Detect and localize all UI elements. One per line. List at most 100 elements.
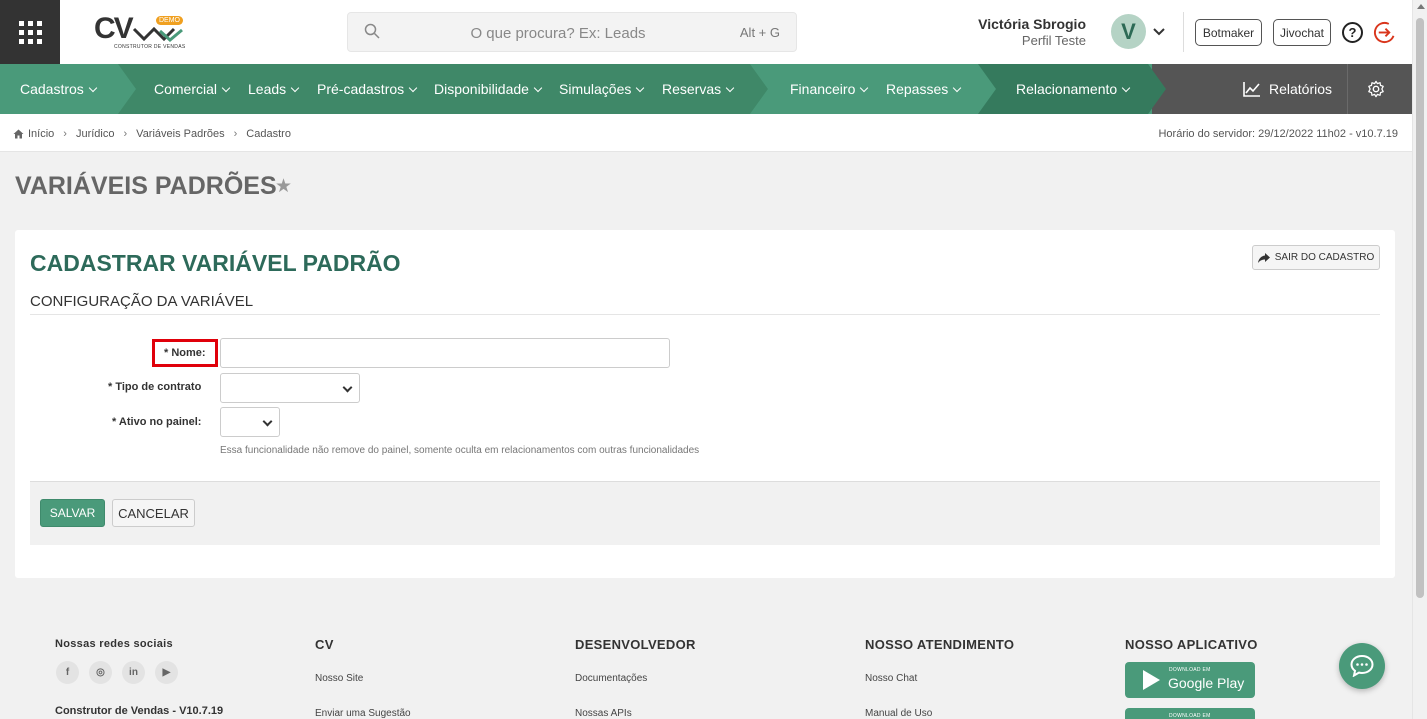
chat-fab-button[interactable] xyxy=(1339,643,1385,689)
chevron-right-icon: › xyxy=(63,128,67,140)
chevron-down-icon xyxy=(1121,83,1131,93)
breadcrumb-bar: Início › Jurídico › Variáveis Padrões › … xyxy=(0,114,1412,152)
nav-disponibilidade[interactable]: Disponibilidade xyxy=(434,64,543,114)
botmaker-button[interactable]: Botmaker xyxy=(1195,19,1262,46)
facebook-icon[interactable]: f xyxy=(56,661,79,684)
link-nosso-chat[interactable]: Nosso Chat xyxy=(865,673,917,684)
contract-type-select[interactable] xyxy=(220,373,360,403)
demo-badge: DEMO xyxy=(156,16,183,25)
active-select[interactable] xyxy=(220,407,280,437)
nav-leads[interactable]: Leads xyxy=(248,64,300,114)
cv-logo[interactable]: CV DEMO CONSTRUTOR DE VENDAS xyxy=(92,12,187,54)
logo-subtitle: CONSTRUTOR DE VENDAS xyxy=(114,44,186,50)
form-card: CADASTRAR VARIÁVEL PADRÃO SAIR DO CADAST… xyxy=(15,230,1395,578)
nav-relatorios[interactable]: Relatórios xyxy=(1243,64,1332,114)
footer-app: NOSSO APLICATIVO xyxy=(1125,637,1258,652)
link-manual-de-uso[interactable]: Manual de Uso xyxy=(865,708,932,719)
nav-simulacoes[interactable]: Simulações xyxy=(559,64,645,114)
nav-comercial[interactable]: Comercial xyxy=(154,64,231,114)
section-divider xyxy=(30,314,1380,315)
page-scrollbar[interactable] xyxy=(1412,0,1427,719)
chevron-down-icon xyxy=(290,83,300,93)
chevron-down-icon xyxy=(342,382,353,393)
cancel-button[interactable]: CANCELAR xyxy=(112,499,195,527)
scroll-up-icon[interactable] xyxy=(1417,4,1425,9)
form-title: CADASTRAR VARIÁVEL PADRÃO xyxy=(30,250,401,276)
user-profile: Perfil Teste xyxy=(1021,33,1086,48)
chevron-down-icon xyxy=(262,416,273,427)
share-arrow-icon xyxy=(1257,252,1270,263)
nav-pre-cadastros[interactable]: Pré-cadastros xyxy=(317,64,418,114)
chevron-down-icon xyxy=(636,83,645,93)
footer-support: NOSSO ATENDIMENTO xyxy=(865,637,1014,652)
google-play-icon xyxy=(1143,670,1160,690)
linkedin-icon[interactable]: in xyxy=(122,661,145,684)
chevron-down-icon xyxy=(860,83,869,93)
logo-wave-icon xyxy=(132,26,183,42)
link-nosso-site[interactable]: Nosso Site xyxy=(315,673,363,684)
header-divider xyxy=(1183,12,1184,52)
footer-dev: DESENVOLVEDOR xyxy=(575,637,696,652)
chart-line-icon xyxy=(1243,82,1260,97)
active-label: * Ativo no painel: xyxy=(112,416,202,428)
chevron-down-icon xyxy=(725,83,735,93)
nav-relacionamento[interactable]: Relacionamento xyxy=(1016,64,1131,114)
google-play-button[interactable]: DOWNLOAD EM Google Play xyxy=(1125,662,1255,698)
app-store-button[interactable]: DOWNLOAD EM xyxy=(1125,708,1255,719)
active-help-text: Essa funcionalidade não remove do painel… xyxy=(220,445,700,456)
top-header: CV DEMO CONSTRUTOR DE VENDAS Alt + G Vic… xyxy=(0,0,1412,64)
chevron-right-icon: › xyxy=(123,128,128,140)
star-icon[interactable]: ★ xyxy=(275,175,292,198)
page-title: VARIÁVEIS PADRÕES xyxy=(15,172,277,200)
footer-version: Construtor de Vendas - V10.7.19 xyxy=(55,705,224,717)
avatar[interactable]: V xyxy=(1111,14,1146,49)
footer-social: Nossas redes sociais xyxy=(55,638,173,650)
youtube-icon[interactable]: ▶ xyxy=(155,661,178,684)
server-time: Horário do servidor: 29/12/2022 11h02 - … xyxy=(1158,128,1398,140)
footer-cv: CV xyxy=(315,637,334,652)
contract-type-label: * Tipo de contrato xyxy=(108,381,202,393)
name-input[interactable] xyxy=(220,338,670,368)
nav-repasses[interactable]: Repasses xyxy=(886,64,962,114)
breadcrumb-variaveis-padroes[interactable]: Variáveis Padrões xyxy=(136,128,224,140)
global-search[interactable]: Alt + G xyxy=(347,12,797,52)
logout-icon[interactable] xyxy=(1373,21,1396,44)
chat-bubble-icon xyxy=(1350,655,1374,677)
nav-financeiro[interactable]: Financeiro xyxy=(790,64,869,114)
chevron-down-icon[interactable] xyxy=(1153,28,1165,36)
dev-title: DESENVOLVEDOR xyxy=(575,637,696,652)
breadcrumb-juridico[interactable]: Jurídico xyxy=(76,128,115,140)
chevron-right-icon: › xyxy=(233,128,238,140)
gear-icon[interactable] xyxy=(1367,80,1385,98)
scroll-thumb[interactable] xyxy=(1416,18,1424,598)
cv-title: CV xyxy=(315,637,334,652)
help-icon[interactable]: ? xyxy=(1342,22,1363,43)
chevron-down-icon xyxy=(953,83,962,93)
apps-menu-button[interactable] xyxy=(0,0,60,64)
chevron-down-icon xyxy=(533,83,543,93)
nav-cadastros[interactable]: Cadastros xyxy=(20,64,98,114)
nav-arrow-tip xyxy=(1148,64,1166,114)
link-documentacoes[interactable]: Documentações xyxy=(575,673,647,684)
section-title: CONFIGURAÇÃO DA VARIÁVEL xyxy=(30,293,254,310)
search-shortcut: Alt + G xyxy=(739,25,780,40)
search-icon xyxy=(364,23,380,39)
chevron-down-icon xyxy=(408,83,418,93)
chevron-down-icon xyxy=(221,83,231,93)
breadcrumb-cadastro: Cadastro xyxy=(246,128,291,140)
instagram-icon[interactable]: ◎ xyxy=(89,661,112,684)
breadcrumb-inicio[interactable]: Início xyxy=(28,128,54,140)
nav-reservas[interactable]: Reservas xyxy=(662,64,735,114)
link-nossas-apis[interactable]: Nossas APIs xyxy=(575,708,632,719)
nav-separator xyxy=(1347,64,1348,114)
main-nav: Cadastros Comercial Leads Pré-cadastros … xyxy=(0,64,1412,114)
link-enviar-sugestao[interactable]: Enviar uma Sugestão xyxy=(315,708,411,719)
save-button[interactable]: SALVAR xyxy=(40,499,105,527)
support-title: NOSSO ATENDIMENTO xyxy=(865,637,1015,652)
form-actions: SALVAR CANCELAR xyxy=(30,481,1380,545)
grid-icon xyxy=(18,20,42,44)
jivochat-button[interactable]: Jivochat xyxy=(1273,19,1331,46)
exit-register-button[interactable]: SAIR DO CADASTRO xyxy=(1252,245,1380,270)
user-name[interactable]: Victória Sbrogio xyxy=(978,16,1086,32)
search-input[interactable] xyxy=(408,21,708,45)
